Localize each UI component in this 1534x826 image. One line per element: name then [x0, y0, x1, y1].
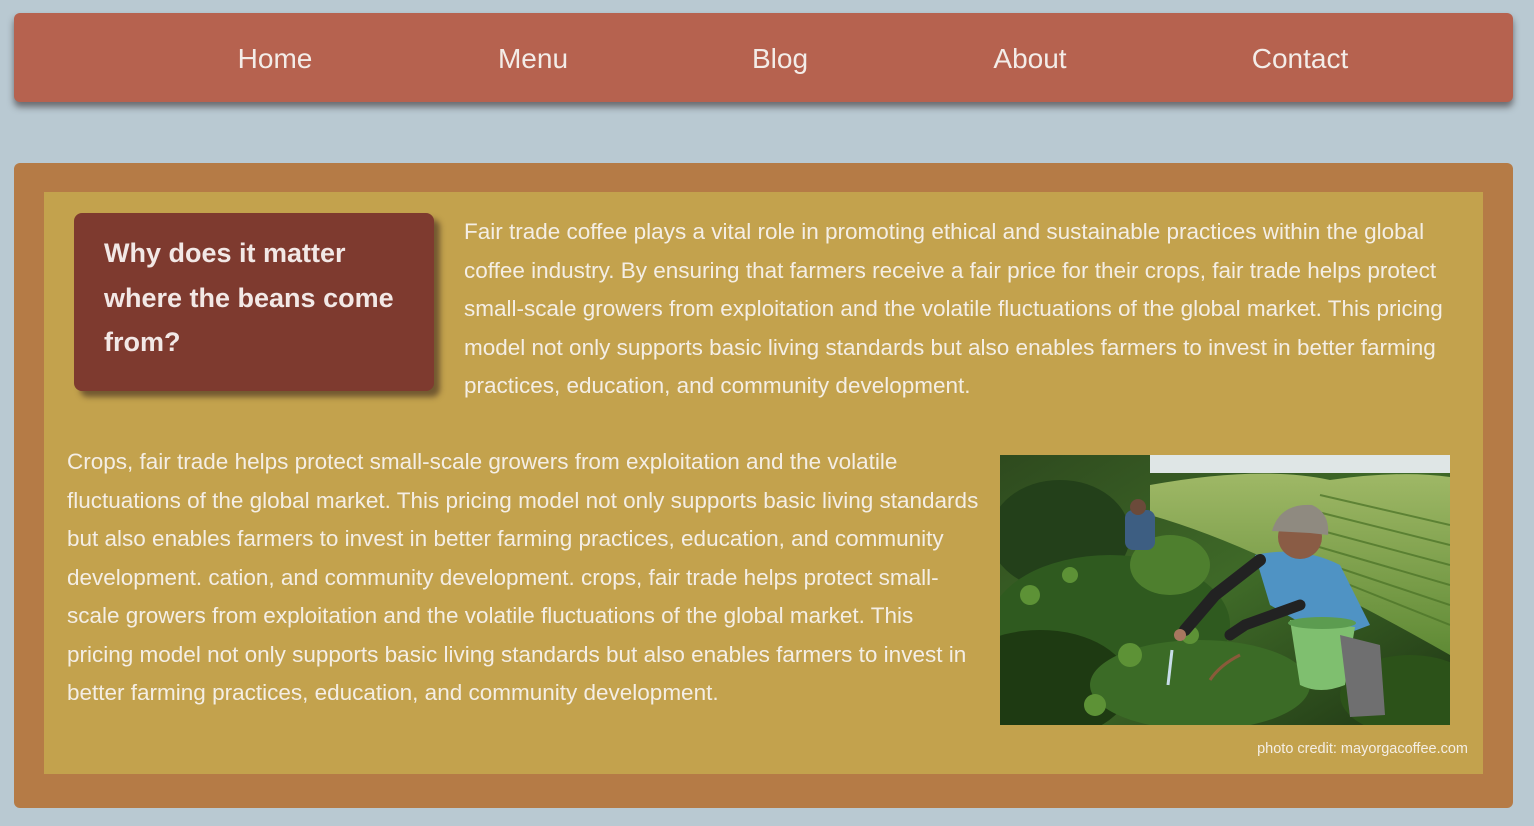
nav-blog-link[interactable]: Blog: [752, 13, 808, 102]
nav-about-link[interactable]: About: [993, 13, 1066, 102]
question-heading: Why does it matter where the beans come …: [104, 238, 394, 357]
coffee-farmer-photo: [1000, 455, 1450, 725]
intro-paragraph: Fair trade coffee plays a vital role in …: [464, 219, 1443, 398]
nav-menu-link[interactable]: Menu: [498, 13, 568, 102]
question-callout: Why does it matter where the beans come …: [74, 213, 434, 391]
nav-contact-link[interactable]: Contact: [1252, 13, 1349, 102]
nav-home-link[interactable]: Home: [238, 13, 313, 102]
body-paragraph: Crops, fair trade helps protect small-sc…: [67, 449, 979, 705]
photo-credit: photo credit: mayorgacoffee.com: [1257, 741, 1468, 757]
main-nav: Home Menu Blog About Contact: [14, 13, 1513, 102]
